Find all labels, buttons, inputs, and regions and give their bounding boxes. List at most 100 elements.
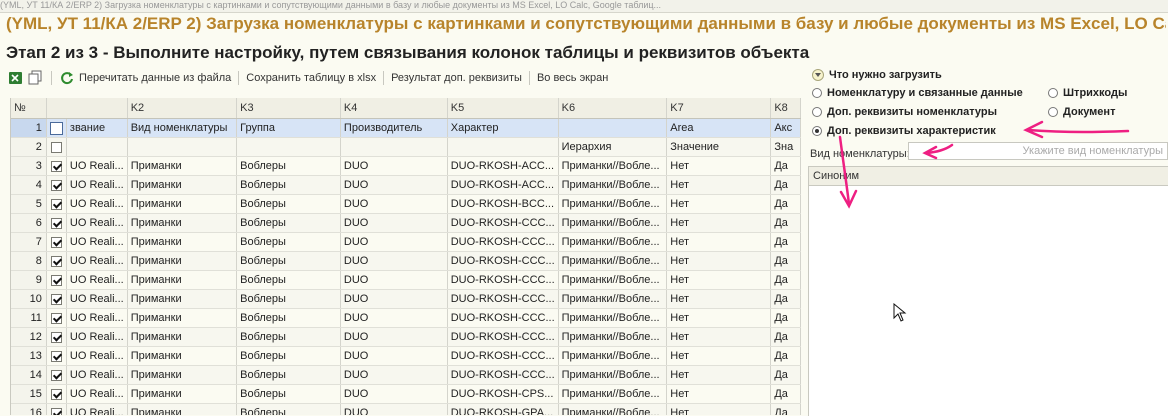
cell-col-4[interactable]: DUO — [340, 327, 448, 347]
cell-col-5[interactable]: DUO-RKOSH-CCC... — [447, 327, 559, 347]
cell-col-4[interactable]: DUO — [340, 289, 448, 309]
table-row[interactable]: 12 UO Reali... Приманки Воблеры DUO DUO-RKOSH… — [11, 327, 801, 347]
cell-col-6[interactable]: Приманки//Вобле... — [558, 156, 668, 176]
cell-col-2[interactable]: Приманки — [127, 403, 238, 415]
row-checkbox-cell[interactable] — [46, 194, 67, 214]
row-checkbox-cell[interactable] — [46, 251, 67, 271]
cell-col-3[interactable]: Воблеры — [236, 289, 341, 309]
row-checkbox-cell[interactable] — [46, 118, 67, 138]
cell-col-4[interactable]: DUO — [340, 232, 448, 252]
cell-col-8[interactable]: Да — [770, 156, 801, 176]
cell-col-1[interactable]: UO Reali... — [66, 403, 128, 415]
table-row[interactable]: 2 Иерархия Значение Зна — [11, 137, 801, 157]
cell-col-1[interactable]: UO Reali... — [66, 270, 128, 290]
row-checkbox-cell[interactable] — [46, 137, 67, 157]
cell-col-5[interactable]: DUO-RKOSH-CPS... — [447, 384, 559, 404]
cell-col-4[interactable]: Производитель — [340, 118, 448, 138]
cell-col-7[interactable]: Нет — [666, 251, 772, 271]
cell-col-5[interactable]: DUO-RKOSH-CCC... — [447, 232, 559, 252]
cell-col-8[interactable]: Да — [770, 346, 801, 366]
header-number[interactable]: № — [11, 98, 47, 119]
table-row[interactable]: 4 UO Reali... Приманки Воблеры DUO DUO-RKOSH-… — [11, 175, 801, 195]
cell-col-2[interactable]: Приманки — [127, 213, 238, 233]
reread-file-button[interactable]: Перечитать данные из файла — [55, 70, 235, 86]
cell-col-2[interactable]: Приманки — [127, 327, 238, 347]
row-number-cell[interactable]: 15 — [11, 384, 47, 404]
row-checkbox-cell[interactable] — [46, 175, 67, 195]
row-checkbox-cell[interactable] — [46, 156, 67, 176]
cell-col-7[interactable]: Нет — [666, 346, 772, 366]
cell-col-7[interactable]: Нет — [666, 365, 772, 385]
cell-col-5[interactable]: DUO-RKOSH-CCC... — [447, 346, 559, 366]
cell-col-3[interactable]: Воблеры — [236, 308, 341, 328]
cell-col-5[interactable]: DUO-RKOSH-GPA... — [447, 403, 559, 415]
row-checkbox-cell[interactable] — [46, 384, 67, 404]
table-row[interactable]: 11 UO Reali... Приманки Воблеры DUO DUO-RKOSH… — [11, 308, 801, 328]
header-k6[interactable]: K6 — [558, 98, 668, 119]
cell-col-1[interactable]: UO Reali... — [66, 346, 128, 366]
cell-col-3[interactable]: Воблеры — [236, 156, 341, 176]
cell-col-1[interactable]: UO Reali... — [66, 232, 128, 252]
cell-col-3[interactable]: Воблеры — [236, 251, 341, 271]
cell-col-5[interactable]: DUO-RKOSH-CCC... — [447, 308, 559, 328]
cell-col-2[interactable]: Приманки — [127, 232, 238, 252]
cell-col-6[interactable]: Приманки//Вобле... — [558, 270, 668, 290]
row-checkbox-cell[interactable] — [46, 213, 67, 233]
cell-col-4[interactable]: DUO — [340, 384, 448, 404]
row-number-cell[interactable]: 8 — [11, 251, 47, 271]
header-k7[interactable]: K7 — [666, 98, 772, 119]
cell-col-6[interactable]: Приманки//Вобле... — [558, 384, 668, 404]
checkbox-checked-icon[interactable] — [50, 217, 62, 229]
checkbox-checked-icon[interactable] — [50, 388, 62, 400]
row-number-cell[interactable]: 10 — [11, 289, 47, 309]
cell-col-7[interactable]: Нет — [666, 213, 772, 233]
cell-col-5[interactable]: DUO-RKOSH-ACC... — [447, 175, 559, 195]
table-row[interactable]: 14 UO Reali... Приманки Воблеры DUO DUO-RKOSH… — [11, 365, 801, 385]
cell-col-8[interactable]: Зна — [770, 137, 801, 157]
cell-col-4[interactable]: DUO — [340, 251, 448, 271]
cell-col-1[interactable]: UO Reali... — [66, 289, 128, 309]
cell-col-7[interactable]: Значение — [666, 137, 772, 157]
cell-col-1[interactable]: UO Reali... — [66, 213, 128, 233]
cell-col-8[interactable]: Да — [770, 270, 801, 290]
cell-col-2[interactable]: Приманки — [127, 175, 238, 195]
cell-col-4[interactable]: DUO — [340, 365, 448, 385]
cell-col-8[interactable]: Да — [770, 194, 801, 214]
cell-col-3[interactable] — [236, 137, 341, 157]
cell-col-8[interactable]: Да — [770, 289, 801, 309]
cell-col-6[interactable]: Приманки//Вобле... — [558, 213, 668, 233]
checkbox-focused-icon[interactable] — [49, 121, 63, 135]
cell-col-5[interactable]: DUO-RKOSH-CCC... — [447, 270, 559, 290]
checkbox-checked-icon[interactable] — [50, 312, 62, 324]
table-row[interactable]: 16 UO Reali... Приманки Воблеры DUO DUO-RKOSH… — [11, 403, 801, 415]
cell-col-3[interactable]: Воблеры — [236, 384, 341, 404]
cell-col-6[interactable]: Приманки//Вобле... — [558, 346, 668, 366]
cell-col-1[interactable]: UO Reali... — [66, 194, 128, 214]
row-number-cell[interactable]: 11 — [11, 308, 47, 328]
cell-col-3[interactable]: Воблеры — [236, 270, 341, 290]
cell-col-8[interactable]: Да — [770, 308, 801, 328]
cell-col-7[interactable]: Нет — [666, 175, 772, 195]
radio-barcodes[interactable]: Штрихкоды — [1048, 87, 1127, 99]
table-row[interactable]: 13 UO Reali... Приманки Воблеры DUO DUO-RKOSH… — [11, 346, 801, 366]
cell-col-2[interactable]: Приманки — [127, 289, 238, 309]
cell-col-8[interactable]: Да — [770, 403, 801, 415]
cell-col-3[interactable]: Воблеры — [236, 365, 341, 385]
cell-col-5[interactable]: DUO-RKOSH-CCC... — [447, 213, 559, 233]
row-number-cell[interactable]: 9 — [11, 270, 47, 290]
cell-col-2[interactable]: Приманки — [127, 194, 238, 214]
cell-col-6[interactable]: Приманки//Вобле... — [558, 403, 668, 415]
header-k4[interactable]: K4 — [340, 98, 448, 119]
cell-col-6[interactable] — [558, 118, 668, 138]
checkbox-checked-icon[interactable] — [50, 407, 62, 415]
cell-col-2[interactable]: Приманки — [127, 365, 238, 385]
cell-col-4[interactable]: DUO — [340, 308, 448, 328]
cell-col-7[interactable]: Нет — [666, 403, 772, 415]
cell-col-3[interactable]: Воблеры — [236, 194, 341, 214]
row-checkbox-cell[interactable] — [46, 365, 67, 385]
radio-characteristic-attrs[interactable]: Доп. реквизиты характеристик — [812, 125, 996, 137]
cell-col-7[interactable]: Нет — [666, 327, 772, 347]
cell-col-4[interactable] — [340, 137, 448, 157]
header-check[interactable] — [46, 98, 128, 119]
cell-col-3[interactable]: Воблеры — [236, 327, 341, 347]
